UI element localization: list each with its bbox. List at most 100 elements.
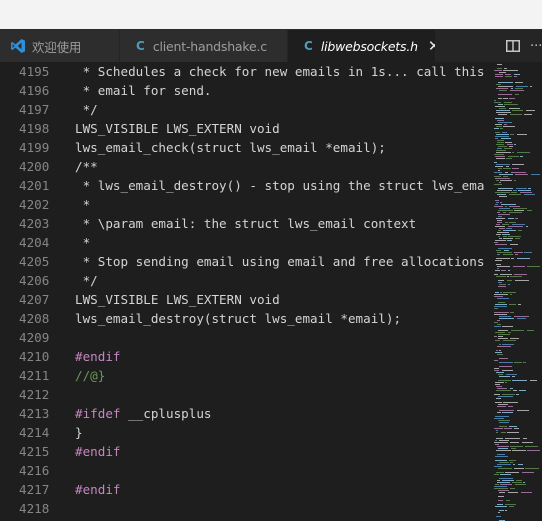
minimap-line [496,234,501,235]
minimap-line [507,432,519,433]
minimap-line [499,344,501,345]
minimap-line [514,180,516,181]
line-number: 4200 [19,159,50,174]
minimap-line [496,112,511,113]
tab-welcome[interactable]: 欢迎使用 [0,30,120,62]
minimap-line [511,172,526,173]
minimap-line [495,156,505,157]
minimap-line [495,192,510,193]
minimap-line [495,382,504,383]
minimap-line [496,158,505,159]
minimap-line [501,270,506,271]
minimap-line [496,144,504,145]
minimap-line [513,266,525,267]
minimap-line [497,222,502,223]
minimap-line [510,462,513,463]
minimap-line [503,230,516,231]
minimap-line [495,352,502,353]
minimap-line [500,180,512,181]
minimap-line [498,86,513,87]
tab-client-handshake[interactable]: C client-handshake.c [120,30,288,62]
minimap-line [526,226,528,227]
minimap-line [496,516,501,517]
minimap-line [494,442,508,443]
minimap-line [502,234,510,235]
minimap-line [500,274,512,275]
minimap-line [499,90,507,91]
minimap-line [496,350,498,351]
minimap-line [494,474,499,475]
minimap-line [498,338,508,339]
minimap-line [500,292,502,293]
minimap-line [510,312,514,313]
minimap-line [494,336,497,337]
minimap-line [504,68,507,69]
minimap-line [498,496,504,497]
minimap-line [498,98,502,99]
split-editor-icon[interactable] [506,40,520,52]
minimap-line [512,450,526,451]
tab-libwebsockets[interactable]: C libwebsockets.h ✕ [288,30,436,62]
minimap-line [514,316,529,317]
minimap-line [508,226,523,227]
minimap-line [496,126,502,127]
minimap-line [530,380,537,381]
code-line: #ifdef __cplusplus [75,404,212,423]
minimap-line [514,468,524,469]
minimap-line [514,210,524,211]
minimap-line [495,244,507,245]
minimap-line [494,312,509,313]
minimap-line [497,298,509,299]
minimap-line [500,202,502,203]
minimap-line [504,124,507,125]
minimap[interactable] [492,62,542,521]
minimap-line [511,88,513,89]
minimap-line [510,388,513,389]
minimap-line [497,190,512,191]
minimap-line [495,402,502,403]
minimap-line [494,294,508,295]
minimap-line [525,446,538,447]
minimap-line [499,208,510,209]
minimap-line [495,260,502,261]
minimap-line [498,230,501,231]
minimap-line [508,218,514,219]
more-actions-icon[interactable]: ··· [530,39,542,54]
minimap-line [496,134,509,135]
line-number: 4197 [19,102,50,117]
minimap-line [498,216,502,217]
minimap-line [497,482,510,483]
code-line-text: LWS_VISIBLE LWS_EXTERN void [75,292,280,307]
minimap-line [509,460,516,461]
line-number: 4209 [19,330,50,345]
minimap-line [503,212,506,213]
code-line: #endif [75,347,121,366]
line-number: 4208 [19,311,50,326]
code-line-text: * email for send. [75,83,212,98]
minimap-line [498,396,513,397]
minimap-line [495,332,505,333]
minimap-line [531,174,540,175]
code-line-text: #endif [75,444,121,459]
minimap-line [497,268,499,269]
close-tab-icon[interactable]: ✕ [428,37,435,55]
code-line-text: * lws_email_destroy() - stop using the s… [75,178,485,193]
minimap-line [521,492,532,493]
code-editor[interactable]: 4195 4196 4197 4198 4199 4200 4201 4202 4203 4204… [0,62,542,521]
minimap-line [498,214,510,215]
minimap-line [522,472,534,473]
minimap-line [510,244,518,245]
code-line: #endif [75,480,121,499]
minimap-line [500,474,511,475]
minimap-line [496,264,501,265]
minimap-line [494,70,502,71]
minimap-line [510,134,514,135]
code-line-text: //@} [75,368,106,383]
minimap-line [519,390,526,391]
minimap-line [524,114,532,115]
minimap-line [494,154,504,155]
minimap-line [509,222,516,223]
code-area[interactable]: * Schedules a check for new emails in 1s… [75,62,492,521]
minimap-line [515,280,529,281]
minimap-line [499,492,505,493]
